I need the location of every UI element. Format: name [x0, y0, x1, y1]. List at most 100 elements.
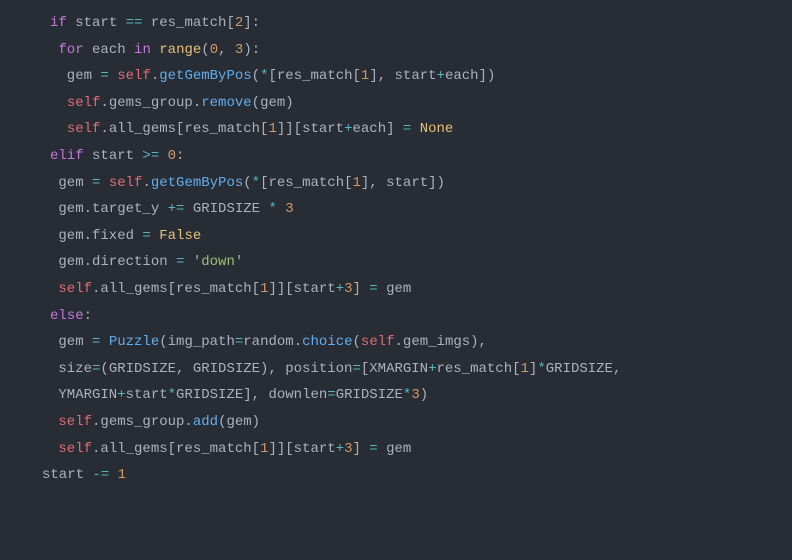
token-id: start	[42, 467, 92, 483]
token-id: YMARGIN	[50, 387, 117, 403]
code-line: gem.fixed = False	[50, 223, 792, 250]
token-id: :	[176, 148, 184, 164]
token-op: +	[336, 441, 344, 457]
code-line: self.gems_group.add(gem)	[50, 409, 792, 436]
token-id	[109, 68, 117, 84]
token-nm: 1	[118, 467, 126, 483]
token-op: +=	[168, 201, 185, 217]
token-fn: getGemByPos	[151, 175, 243, 191]
token-id: gem.fixed	[50, 228, 142, 244]
token-id: GRIDSIZE], downlen	[176, 387, 327, 403]
code-line: self.all_gems[res_match[1]][start+3] = g…	[50, 436, 792, 463]
code-line: for each in range(0, 3):	[50, 37, 792, 64]
token-se: self	[361, 334, 395, 350]
code-line: self.all_gems[res_match[1]][start+3] = g…	[50, 276, 792, 303]
token-id: :	[84, 308, 92, 324]
token-op: =	[369, 441, 377, 457]
token-op: -=	[92, 467, 109, 483]
token-id: (gem)	[218, 414, 260, 430]
token-id: start	[126, 387, 168, 403]
token-id: gem.target_y	[50, 201, 168, 217]
code-line: gem = self.getGemByPos(*[res_match[1], s…	[50, 63, 792, 90]
token-id: GRIDSIZE,	[546, 361, 622, 377]
code-line: elif start >= 0:	[50, 143, 792, 170]
token-fn: choice	[302, 334, 352, 350]
code-line: if start == res_match[2]:	[50, 10, 792, 37]
token-id: .gems_group.	[92, 414, 193, 430]
token-op: =	[369, 281, 377, 297]
token-op: +	[437, 68, 445, 84]
token-id	[159, 148, 167, 164]
token-id: .gems_group.	[100, 95, 201, 111]
token-op: =	[352, 361, 360, 377]
code-line: self.gems_group.remove(gem)	[50, 90, 792, 117]
token-id: gem	[50, 68, 100, 84]
token-id	[411, 121, 419, 137]
token-id: .all_gems[res_match[	[92, 441, 260, 457]
token-id: .	[151, 68, 159, 84]
token-id	[151, 42, 159, 58]
token-nm: 3	[411, 387, 419, 403]
token-nm: 2	[235, 15, 243, 31]
token-id: (	[201, 42, 209, 58]
code-line: else:	[50, 303, 792, 330]
code-block: if start == res_match[2]: for each in ra…	[0, 10, 792, 489]
token-kw: else	[50, 308, 84, 324]
token-id: ]][start	[268, 441, 335, 457]
token-fn: remove	[201, 95, 251, 111]
token-st: 'down'	[193, 254, 243, 270]
token-id: (GRIDSIZE, GRIDSIZE), position	[100, 361, 352, 377]
token-id: .all_gems[res_match[	[92, 281, 260, 297]
token-id: (	[243, 175, 251, 191]
token-kw: in	[134, 42, 151, 58]
code-line: gem = self.getGemByPos(*[res_match[1], s…	[50, 170, 792, 197]
token-op: *	[168, 387, 176, 403]
token-id: (	[252, 68, 260, 84]
token-bi: False	[159, 228, 201, 244]
token-id	[50, 95, 67, 111]
token-id	[50, 121, 67, 137]
code-line: YMARGIN+start*GRIDSIZE], downlen=GRIDSIZ…	[50, 382, 792, 409]
token-nm: 0	[168, 148, 176, 164]
token-id: each	[84, 42, 134, 58]
token-id: GRIDSIZE	[336, 387, 403, 403]
token-id: start	[84, 148, 143, 164]
token-id: [res_match[	[260, 175, 352, 191]
token-id: gem	[378, 441, 412, 457]
token-op: ==	[126, 15, 143, 31]
code-line: gem.target_y += GRIDSIZE * 3	[50, 196, 792, 223]
token-id: each])	[445, 68, 495, 84]
token-id: [XMARGIN	[361, 361, 428, 377]
token-id	[277, 201, 285, 217]
token-id: random.	[243, 334, 302, 350]
token-id: ], start	[369, 68, 436, 84]
token-kw: if	[50, 15, 67, 31]
token-id: gem.direction	[50, 254, 176, 270]
token-id	[151, 228, 159, 244]
token-id: (	[353, 334, 361, 350]
token-op: =	[100, 68, 108, 84]
token-id: ]][start	[268, 281, 335, 297]
token-id: res_match[	[142, 15, 234, 31]
token-id: gem	[378, 281, 412, 297]
token-se: self	[67, 95, 101, 111]
token-id: ], start])	[361, 175, 445, 191]
token-id: .all_gems[res_match[	[100, 121, 268, 137]
code-line: self.all_gems[res_match[1]][start+each] …	[50, 116, 792, 143]
token-id: ]:	[243, 15, 260, 31]
token-id: res_match[	[437, 361, 521, 377]
token-id: ,	[218, 42, 235, 58]
token-se: self	[109, 175, 143, 191]
token-id: ):	[243, 42, 260, 58]
token-id: )	[420, 387, 428, 403]
token-nm: 1	[521, 361, 529, 377]
token-op: +	[336, 281, 344, 297]
token-id: gem	[50, 334, 92, 350]
token-op: +	[428, 361, 436, 377]
token-op: *	[252, 175, 260, 191]
token-id	[100, 175, 108, 191]
token-id: [res_match[	[268, 68, 360, 84]
token-op: +	[117, 387, 125, 403]
token-id: (gem)	[252, 95, 294, 111]
token-kw: elif	[50, 148, 84, 164]
